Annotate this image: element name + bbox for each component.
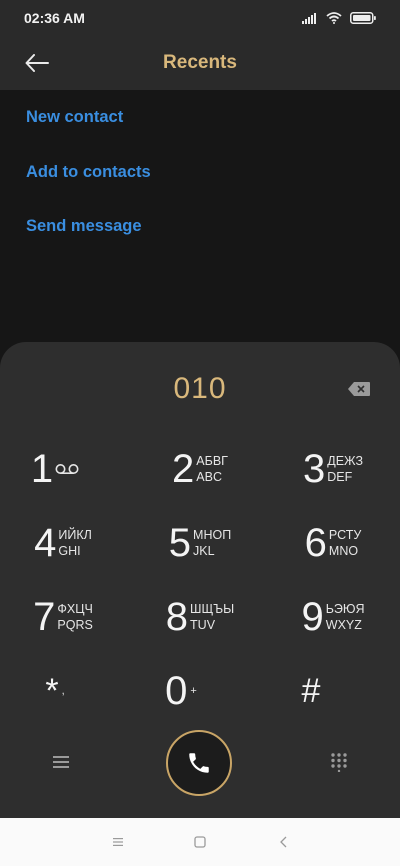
key-7[interactable]: 7 ФХЦЧ PQRS: [8, 586, 118, 648]
key-digit: 8: [165, 595, 189, 639]
key-digit: *: [45, 672, 59, 710]
key-letters: ИЙКЛ GHI: [58, 527, 91, 559]
key-comma: ,: [61, 685, 65, 697]
key-digit: 1: [30, 447, 54, 491]
key-letters-cyrillic: МНОП: [193, 528, 232, 542]
status-icons: [302, 12, 376, 24]
key-letters: ЬЭЮЯ WXYZ: [326, 601, 365, 633]
key-letters: ШЩЪЫ TUV: [190, 601, 234, 633]
key-letters: ФХЦЧ PQRS: [57, 601, 92, 633]
key-9[interactable]: 9 ЬЭЮЯ WXYZ: [278, 586, 388, 648]
menu-icon: [53, 756, 69, 768]
key-hash[interactable]: #: [256, 660, 366, 722]
send-message-link[interactable]: Send message: [26, 201, 151, 256]
key-letters-cyrillic: ИЙКЛ: [58, 528, 92, 542]
phone-icon: [189, 753, 209, 773]
key-letters-latin: DEF: [327, 470, 353, 484]
key-digit: 4: [34, 521, 57, 565]
wifi-icon: [326, 12, 342, 24]
key-1[interactable]: 1: [0, 438, 110, 500]
backspace-button[interactable]: [348, 382, 370, 398]
status-time: 02:36 AM: [24, 10, 85, 26]
key-digit: 0: [165, 669, 188, 713]
arrow-left-icon: [25, 54, 49, 72]
key-letters: АБВГ ABC: [196, 453, 228, 485]
nav-back-button[interactable]: [276, 834, 292, 850]
key-letters-cyrillic: РСТУ: [328, 528, 362, 542]
key-letters-cyrillic: ЬЭЮЯ: [325, 602, 365, 616]
key-digit: #: [301, 672, 321, 710]
battery-icon: [350, 12, 376, 24]
key-letters-latin: MNO: [328, 544, 359, 558]
key-digit: 2: [172, 447, 195, 491]
dialed-number: 010: [173, 372, 227, 405]
key-0[interactable]: 0 +: [126, 660, 236, 722]
page-title: Recents: [163, 52, 237, 73]
call-button[interactable]: [166, 730, 232, 796]
menu-button[interactable]: [50, 753, 72, 771]
signal-icon: [302, 12, 316, 24]
key-letters-latin: PQRS: [57, 618, 93, 632]
key-digit: 7: [33, 595, 56, 639]
key-digit: 5: [168, 521, 192, 565]
keypad-toggle-button[interactable]: [330, 752, 348, 773]
key-letters-cyrillic: ШЩЪЫ: [190, 602, 235, 616]
keypad-icon: [331, 753, 347, 773]
key-4[interactable]: 4 ИЙКЛ GHI: [8, 512, 118, 574]
key-letters: РСТУ MNO: [329, 527, 361, 559]
key-8[interactable]: 8 ШЩЪЫ TUV: [145, 586, 255, 648]
dialer-controls: [0, 730, 400, 800]
key-letters-latin: GHI: [58, 544, 81, 558]
key-3[interactable]: 3 ДЕЖЗ DEF: [278, 438, 388, 500]
key-digit: 6: [304, 521, 327, 565]
key-digit: 3: [302, 447, 326, 491]
nav-menu-button[interactable]: [110, 834, 126, 850]
key-digit: 9: [301, 595, 324, 639]
key-letters-cyrillic: АБВГ: [196, 454, 228, 468]
home-square-icon: [194, 836, 206, 848]
key-letters-cyrillic: ДЕЖЗ: [327, 454, 363, 468]
key-letters-latin: JKL: [193, 544, 215, 558]
key-letters: ДЕЖЗ DEF: [327, 453, 363, 485]
key-2[interactable]: 2 АБВГ ABC: [145, 438, 255, 500]
chevron-left-icon: [280, 836, 287, 848]
key-plus: +: [190, 685, 197, 697]
key-letters-latin: WXYZ: [325, 618, 362, 632]
dialer-panel: 010 1 2 АБВГ ABC 3 ДЕЖЗ DEF 4 ИЙКЛ GHI 5…: [0, 342, 400, 818]
app-header: Recents: [0, 36, 400, 90]
menu-icon: [113, 838, 123, 846]
add-to-contacts-link[interactable]: Add to contacts: [26, 147, 151, 202]
nav-home-button[interactable]: [192, 834, 208, 850]
key-star[interactable]: * ,: [0, 660, 110, 722]
key-letters: МНОП JKL: [193, 527, 231, 559]
system-nav-bar: [0, 818, 400, 866]
status-bar: 02:36 AM: [0, 0, 400, 36]
voicemail-icon: [55, 464, 79, 474]
key-letters-latin: ABC: [196, 470, 222, 484]
new-contact-link[interactable]: New contact: [26, 92, 151, 147]
key-letters-cyrillic: ФХЦЧ: [57, 602, 93, 616]
back-button[interactable]: [22, 50, 52, 76]
key-letters-latin: TUV: [190, 618, 216, 632]
key-5[interactable]: 5 МНОП JKL: [145, 512, 255, 574]
action-list: New contact Add to contacts Send message: [26, 92, 151, 256]
key-6[interactable]: 6 РСТУ MNO: [278, 512, 388, 574]
backspace-icon: [348, 382, 370, 396]
